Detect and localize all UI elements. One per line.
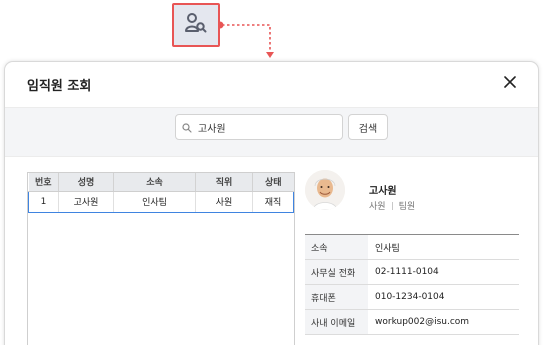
search-input[interactable]	[198, 121, 338, 133]
dialog-header: 임직원 조회	[5, 62, 538, 107]
info-label: 사내 이메일	[305, 310, 368, 334]
avatar	[305, 170, 345, 210]
profile-subtitle: 사원 팀원	[369, 199, 415, 212]
employee-profile: 고사원 사원 팀원 소속 인사팀 사무실 전화 02-1111-0104 휴대폰…	[305, 170, 525, 345]
employee-search-trigger[interactable]	[172, 3, 220, 47]
employee-table: 번호 성명 소속 직위 상태 1 고사원 인사팀 사원 재직	[27, 172, 295, 345]
column-header-name[interactable]: 성명	[58, 173, 114, 192]
profile-position: 사원	[369, 202, 386, 212]
table-header-row: 번호 성명 소속 직위 상태	[28, 173, 294, 192]
info-label: 휴대폰	[305, 285, 368, 309]
search-icon	[182, 118, 192, 137]
info-row-department: 소속 인사팀	[305, 235, 519, 260]
close-button[interactable]	[500, 72, 520, 92]
info-row-mobile: 휴대폰 010-1234-0104	[305, 285, 519, 310]
info-value: 010-1234-0104	[375, 292, 445, 302]
person-search-icon	[184, 12, 208, 38]
search-field[interactable]	[175, 114, 343, 140]
profile-info-table: 소속 인사팀 사무실 전화 02-1111-0104 휴대폰 010-1234-…	[305, 234, 519, 335]
column-header-department[interactable]: 소속	[113, 173, 196, 192]
employee-search-dialog: 임직원 조회 검색 번호 성명	[4, 61, 539, 345]
dialog-title: 임직원 조회	[27, 79, 92, 94]
info-value[interactable]: workup002@isu.com	[368, 310, 519, 334]
info-row-email: 사내 이메일 workup002@isu.com	[305, 310, 519, 335]
cell-number: 1	[28, 190, 59, 213]
column-header-status[interactable]: 상태	[252, 173, 294, 192]
cell-status: 재직	[252, 190, 294, 213]
info-label: 소속	[305, 235, 368, 259]
profile-team: 팀원	[398, 202, 416, 212]
info-label: 사무실 전화	[305, 260, 368, 284]
search-button[interactable]: 검색	[348, 114, 388, 140]
divider	[391, 201, 393, 210]
cell-department: 인사팀	[113, 190, 196, 213]
table-row[interactable]: 1 고사원 인사팀 사원 재직	[28, 190, 294, 213]
cell-name: 고사원	[58, 190, 114, 213]
cell-position: 사원	[195, 190, 253, 213]
column-header-number[interactable]: 번호	[28, 173, 59, 192]
search-bar: 검색	[5, 107, 538, 157]
info-value: 02-1111-0104	[375, 267, 439, 277]
profile-name: 고사원	[369, 186, 397, 197]
column-header-position[interactable]: 직위	[195, 173, 253, 192]
info-value: 인사팀	[375, 243, 400, 254]
info-row-office-phone: 사무실 전화 02-1111-0104	[305, 260, 519, 285]
close-icon	[504, 73, 516, 92]
